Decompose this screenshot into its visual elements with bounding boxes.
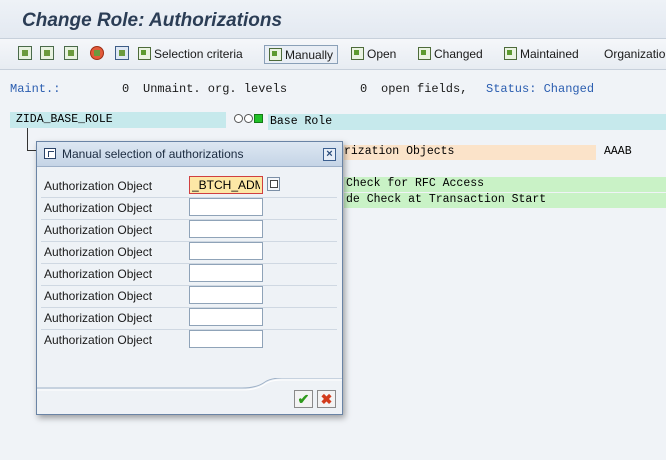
unmaint-count: 0: [122, 82, 130, 96]
page-title: Change Role: Authorizations: [22, 10, 283, 31]
auth-objects-row[interactable]: rization Objects: [344, 145, 596, 160]
dialog-window-icon: [44, 148, 56, 159]
auth-object-input-8[interactable]: [189, 330, 263, 348]
open-button[interactable]: Open: [351, 45, 396, 62]
auth-object-label: Authorization Object: [44, 179, 153, 193]
maintained-label: Maintained: [520, 46, 579, 61]
open-fields-label: open fields,: [381, 82, 468, 96]
application-toolbar: Selection criteria Manually Open Changed…: [0, 39, 666, 70]
auth-object-label: Authorization Object: [44, 289, 153, 303]
auth-object-row-1: Authorization Object: [41, 175, 337, 198]
maintained-button[interactable]: Maintained: [504, 45, 579, 62]
auth-object-input-5[interactable]: [189, 264, 263, 282]
selection-criteria-label: Selection criteria: [154, 46, 243, 61]
auth-object-input-7[interactable]: [189, 308, 263, 326]
inactive-icon[interactable]: [90, 46, 104, 60]
status-value: Status: Changed: [486, 82, 595, 96]
auth-object-row-3: Authorization Object: [41, 219, 337, 242]
open-fields-count: 0: [360, 82, 368, 96]
auth-object-label: Authorization Object: [44, 201, 153, 215]
changed-icon: [418, 47, 431, 60]
auth-object-row-5: Authorization Object: [41, 263, 337, 286]
organization-button[interactable]: Organizatio: [604, 45, 665, 62]
role-node[interactable]: ZIDA_BASE_ROLE: [10, 112, 226, 128]
tcode-check-row[interactable]: de Check at Transaction Start: [344, 193, 666, 208]
unmaint-label: Unmaint. org. levels: [143, 82, 288, 96]
base-role-text: Base Role: [270, 115, 333, 128]
close-icon[interactable]: ×: [323, 148, 336, 161]
tree-connector: [27, 128, 28, 150]
rfc-access-text: Check for RFC Access: [346, 177, 485, 190]
manually-button[interactable]: Manually: [264, 45, 339, 64]
manual-selection-dialog: Manual selection of authorizations × Aut…: [36, 141, 343, 415]
status-line: Maint.: 0 Unmaint. org. levels 0 open fi…: [0, 80, 666, 98]
tcode-check-text: de Check at Transaction Start: [346, 193, 547, 206]
auth-object-row-7: Authorization Object: [41, 307, 337, 330]
auth-object-label: Authorization Object: [44, 333, 153, 347]
expand-icon[interactable]: [18, 46, 32, 60]
role-name: ZIDA_BASE_ROLE: [16, 113, 113, 126]
dialog-header: Manual selection of authorizations ×: [37, 142, 342, 167]
generate-icon[interactable]: [64, 46, 78, 60]
cancel-x-button[interactable]: ✖: [317, 390, 336, 408]
auth-object-row-6: Authorization Object: [41, 285, 337, 308]
value-help-icon[interactable]: [267, 177, 280, 191]
traffic-light-icon: [234, 114, 263, 126]
auth-object-input-2[interactable]: [189, 198, 263, 216]
base-role-row[interactable]: Base Role: [268, 114, 666, 130]
dialog-title: Manual selection of authorizations: [62, 147, 244, 161]
auth-object-row-8: Authorization Object: [41, 329, 337, 351]
delete-trash-icon[interactable]: [115, 46, 129, 60]
maint-label: Maint.:: [10, 82, 61, 96]
manually-icon: [269, 48, 282, 61]
auth-object-label: Authorization Object: [44, 223, 153, 237]
maintained-icon: [504, 47, 517, 60]
auth-object-input-4[interactable]: [189, 242, 263, 260]
organization-label: Organizatio: [604, 46, 666, 61]
auth-object-input-3[interactable]: [189, 220, 263, 238]
auth-object-label: Authorization Object: [44, 267, 153, 281]
auth-object-label: Authorization Object: [44, 245, 153, 259]
manually-label: Manually: [285, 47, 334, 62]
auth-objects-text: rization Objects: [344, 145, 455, 158]
rfc-access-row[interactable]: Check for RFC Access: [344, 177, 666, 192]
open-label: Open: [367, 46, 397, 61]
changed-label: Changed: [434, 46, 483, 61]
collapse-icon[interactable]: [40, 46, 54, 60]
auth-object-input-6[interactable]: [189, 286, 263, 304]
auth-object-row-2: Authorization Object: [41, 197, 337, 220]
changed-button[interactable]: Changed: [418, 45, 483, 62]
confirm-check-button[interactable]: ✔: [294, 390, 313, 408]
auth-object-row-4: Authorization Object: [41, 241, 337, 264]
open-icon: [351, 47, 364, 60]
auth-objects-value: AAAB: [604, 145, 632, 158]
selection-criteria-icon: [138, 47, 151, 60]
selection-criteria-button[interactable]: Selection criteria: [138, 45, 243, 62]
auth-object-input-1[interactable]: [189, 176, 263, 194]
title-bar: Change Role: Authorizations: [0, 0, 666, 39]
auth-object-label: Authorization Object: [44, 311, 153, 325]
